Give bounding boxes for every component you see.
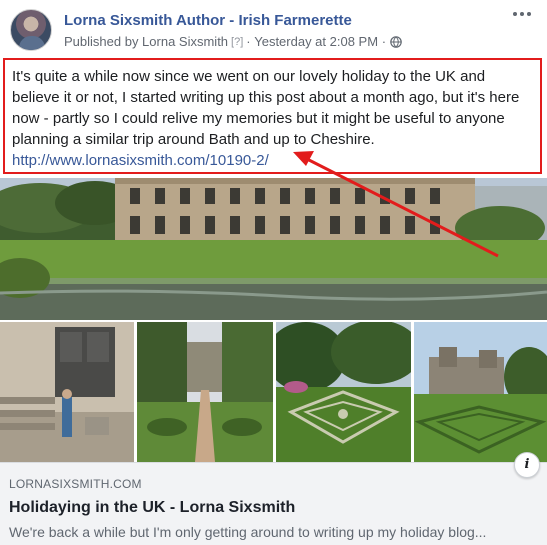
help-mark[interactable]: [?] <box>231 36 243 48</box>
info-icon[interactable]: i <box>514 452 540 478</box>
link-preview-card[interactable]: LORNASIXSMITH.COM Holidaying in the UK -… <box>0 462 547 545</box>
link-domain: LORNASIXSMITH.COM <box>9 477 142 491</box>
ellipsis-icon[interactable] <box>513 9 533 19</box>
hero-image-stately-home[interactable] <box>0 178 547 320</box>
photo-manor-graphic <box>414 322 547 462</box>
avatar[interactable] <box>10 9 52 51</box>
link-title[interactable]: Holidaying in the UK - Lorna Sixsmith <box>9 499 295 517</box>
photo-thumb-manor-gardens[interactable] <box>414 322 547 462</box>
post-url-link[interactable]: http://www.lornasixsmith.com/10190-2/ <box>12 150 269 171</box>
meta-separator-2: · <box>381 34 387 49</box>
hero-image-graphic <box>0 178 547 320</box>
post-timestamp[interactable]: Yesterday at 2:08 PM <box>254 34 378 49</box>
photo-thumb-knot-garden[interactable] <box>276 322 411 462</box>
photo-garden-graphic <box>276 322 411 462</box>
post-message: It's quite a while now since we went on … <box>12 68 520 148</box>
photo-thumb-avenue[interactable] <box>137 322 273 462</box>
photo-avenue-graphic <box>137 322 273 462</box>
published-by-text: Published by Lorna Sixsmith <box>64 34 229 49</box>
post-meta: Published by Lorna Sixsmith [?] · Yester… <box>64 34 402 49</box>
meta-separator: · <box>246 34 251 49</box>
page-name-link[interactable]: Lorna Sixsmith Author - Irish Farmerette <box>64 12 352 29</box>
post-header: Lorna Sixsmith Author - Irish Farmerette… <box>0 0 547 60</box>
photo-grid <box>0 322 547 462</box>
globe-icon[interactable] <box>390 35 402 48</box>
photo-doorway-graphic <box>0 322 134 462</box>
link-description: We're back a while but I'm only getting … <box>9 524 487 540</box>
post-message-highlight: It's quite a while now since we went on … <box>3 58 542 174</box>
photo-thumb-doorway[interactable] <box>0 322 134 462</box>
